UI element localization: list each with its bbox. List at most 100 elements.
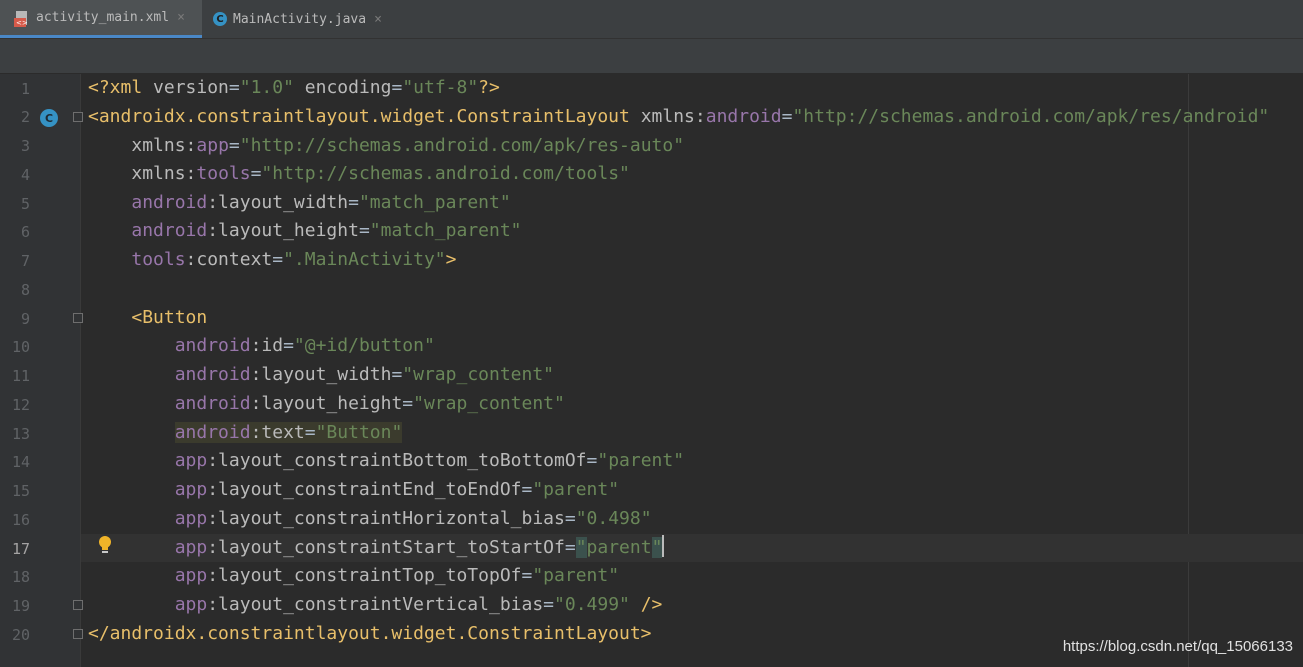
code-token: <androidx.constraintlayout.widget.Constr… (88, 106, 630, 127)
tab-activity-main-xml[interactable]: <> activity_main.xml × (0, 0, 202, 38)
code-line: </androidx.constraintlayout.widget.Const… (88, 620, 652, 648)
fold-marker-icon[interactable] (73, 313, 83, 323)
code-token: ?> (478, 77, 500, 98)
code-token: :context (185, 249, 273, 270)
code-line: tools:context=".MainActivity"> (88, 246, 456, 274)
line-number: 5 (20, 195, 30, 213)
code-token: "0.498" (575, 508, 652, 529)
close-tab-icon[interactable]: × (374, 12, 382, 27)
code-token: :layout_height (207, 220, 359, 241)
line-number: 13 (11, 425, 30, 443)
code-token: "parent" (597, 450, 685, 471)
code-token: = (272, 249, 284, 270)
line-number: 7 (20, 252, 30, 270)
code-line: app:layout_constraintBottom_toBottomOf="… (88, 447, 684, 475)
code-token: "http://schemas.android.com/apk/res-auto… (239, 135, 685, 156)
code-token: <?xml (88, 77, 154, 98)
code-line: app:layout_constraintEnd_toEndOf="parent… (88, 476, 619, 504)
code-token: tools (131, 249, 186, 270)
line-number: 10 (11, 338, 30, 356)
class-reference-icon[interactable]: C (40, 109, 58, 127)
code-token: android (131, 192, 208, 213)
code-token: = (391, 77, 403, 98)
code-line: android:layout_width="wrap_content" (88, 361, 554, 389)
code-line: android:layout_height="match_parent" (88, 217, 521, 245)
line-number: 6 (20, 223, 30, 241)
code-token: = (521, 565, 533, 586)
code-token: android (174, 335, 251, 356)
code-token: app (196, 135, 229, 156)
right-margin-guide (1188, 74, 1189, 667)
code-token: android (174, 393, 251, 414)
code-token: app (174, 508, 208, 529)
java-class-icon: C (213, 12, 227, 26)
code-token: :layout_constraintStart_toStartOf (207, 537, 565, 558)
code-token: = (564, 508, 576, 529)
fold-marker-icon[interactable] (73, 600, 83, 610)
code-token: ".MainActivity" (283, 249, 446, 270)
code-line: android:id="@+id/button" (88, 332, 435, 360)
code-token: = (564, 537, 576, 558)
code-token: = (543, 594, 555, 615)
code-token: :layout_height (250, 393, 403, 414)
code-token: "http://schemas.android.com/tools" (261, 163, 630, 184)
tab-mainactivity-java[interactable]: C MainActivity.java × (213, 0, 403, 38)
code-line: android:layout_height="wrap_content" (88, 390, 565, 418)
line-number: 12 (11, 396, 30, 414)
code-token: = (391, 364, 403, 385)
code-token: "utf-8" (402, 77, 479, 98)
code-token: xmlns: (131, 163, 197, 184)
code-line: xmlns:tools="http://schemas.android.com/… (88, 160, 630, 188)
code-line-current: app:layout_constraintStart_toStartOf="pa… (88, 534, 665, 562)
code-token: "parent" (532, 565, 620, 586)
code-token: xmlns: (131, 135, 197, 156)
code-token: <Button (131, 307, 208, 328)
line-number: 20 (11, 626, 30, 644)
line-number: 1 (20, 80, 30, 98)
code-token: "0.499" (554, 594, 630, 615)
code-token: "1.0" (239, 77, 294, 98)
code-token: xmlns: (640, 106, 706, 127)
line-number: 3 (20, 137, 30, 155)
code-token: version (153, 77, 229, 98)
code-token: android (174, 364, 251, 385)
watermark: https://blog.csdn.net/qq_15066133 (1062, 638, 1293, 655)
close-tab-icon[interactable]: × (177, 10, 185, 25)
code-token: = (521, 479, 533, 500)
line-number: 15 (11, 482, 30, 500)
gutter-divider (80, 74, 81, 667)
line-number: 18 (11, 568, 30, 586)
line-number: 9 (20, 310, 30, 328)
code-token: "http://schemas.android.com/apk/res/andr… (792, 106, 1270, 127)
editor-toolbar (0, 39, 1303, 74)
code-token: :layout_constraintVertical_bias (207, 594, 544, 615)
code-token: = (283, 335, 294, 356)
code-token: :id (250, 335, 284, 356)
code-token: parent (586, 537, 652, 558)
fold-marker-icon[interactable] (73, 629, 83, 639)
line-number: 16 (11, 511, 30, 529)
code-token-highlighted: = (304, 422, 316, 443)
code-token: = (358, 220, 370, 241)
line-number: 4 (20, 166, 30, 184)
code-token: app (174, 594, 208, 615)
code-token: "@+id/button" (293, 335, 435, 356)
code-token: :layout_width (207, 192, 349, 213)
code-token-highlighted: "Button" (315, 422, 403, 443)
line-number: 11 (11, 367, 30, 385)
fold-marker-icon[interactable] (73, 112, 83, 122)
code-token: = (348, 192, 359, 213)
code-line: app:layout_constraintHorizontal_bias="0.… (88, 505, 652, 533)
code-token: "match_parent" (358, 192, 511, 213)
code-token: app (174, 450, 208, 471)
svg-text:<>: <> (16, 19, 28, 27)
